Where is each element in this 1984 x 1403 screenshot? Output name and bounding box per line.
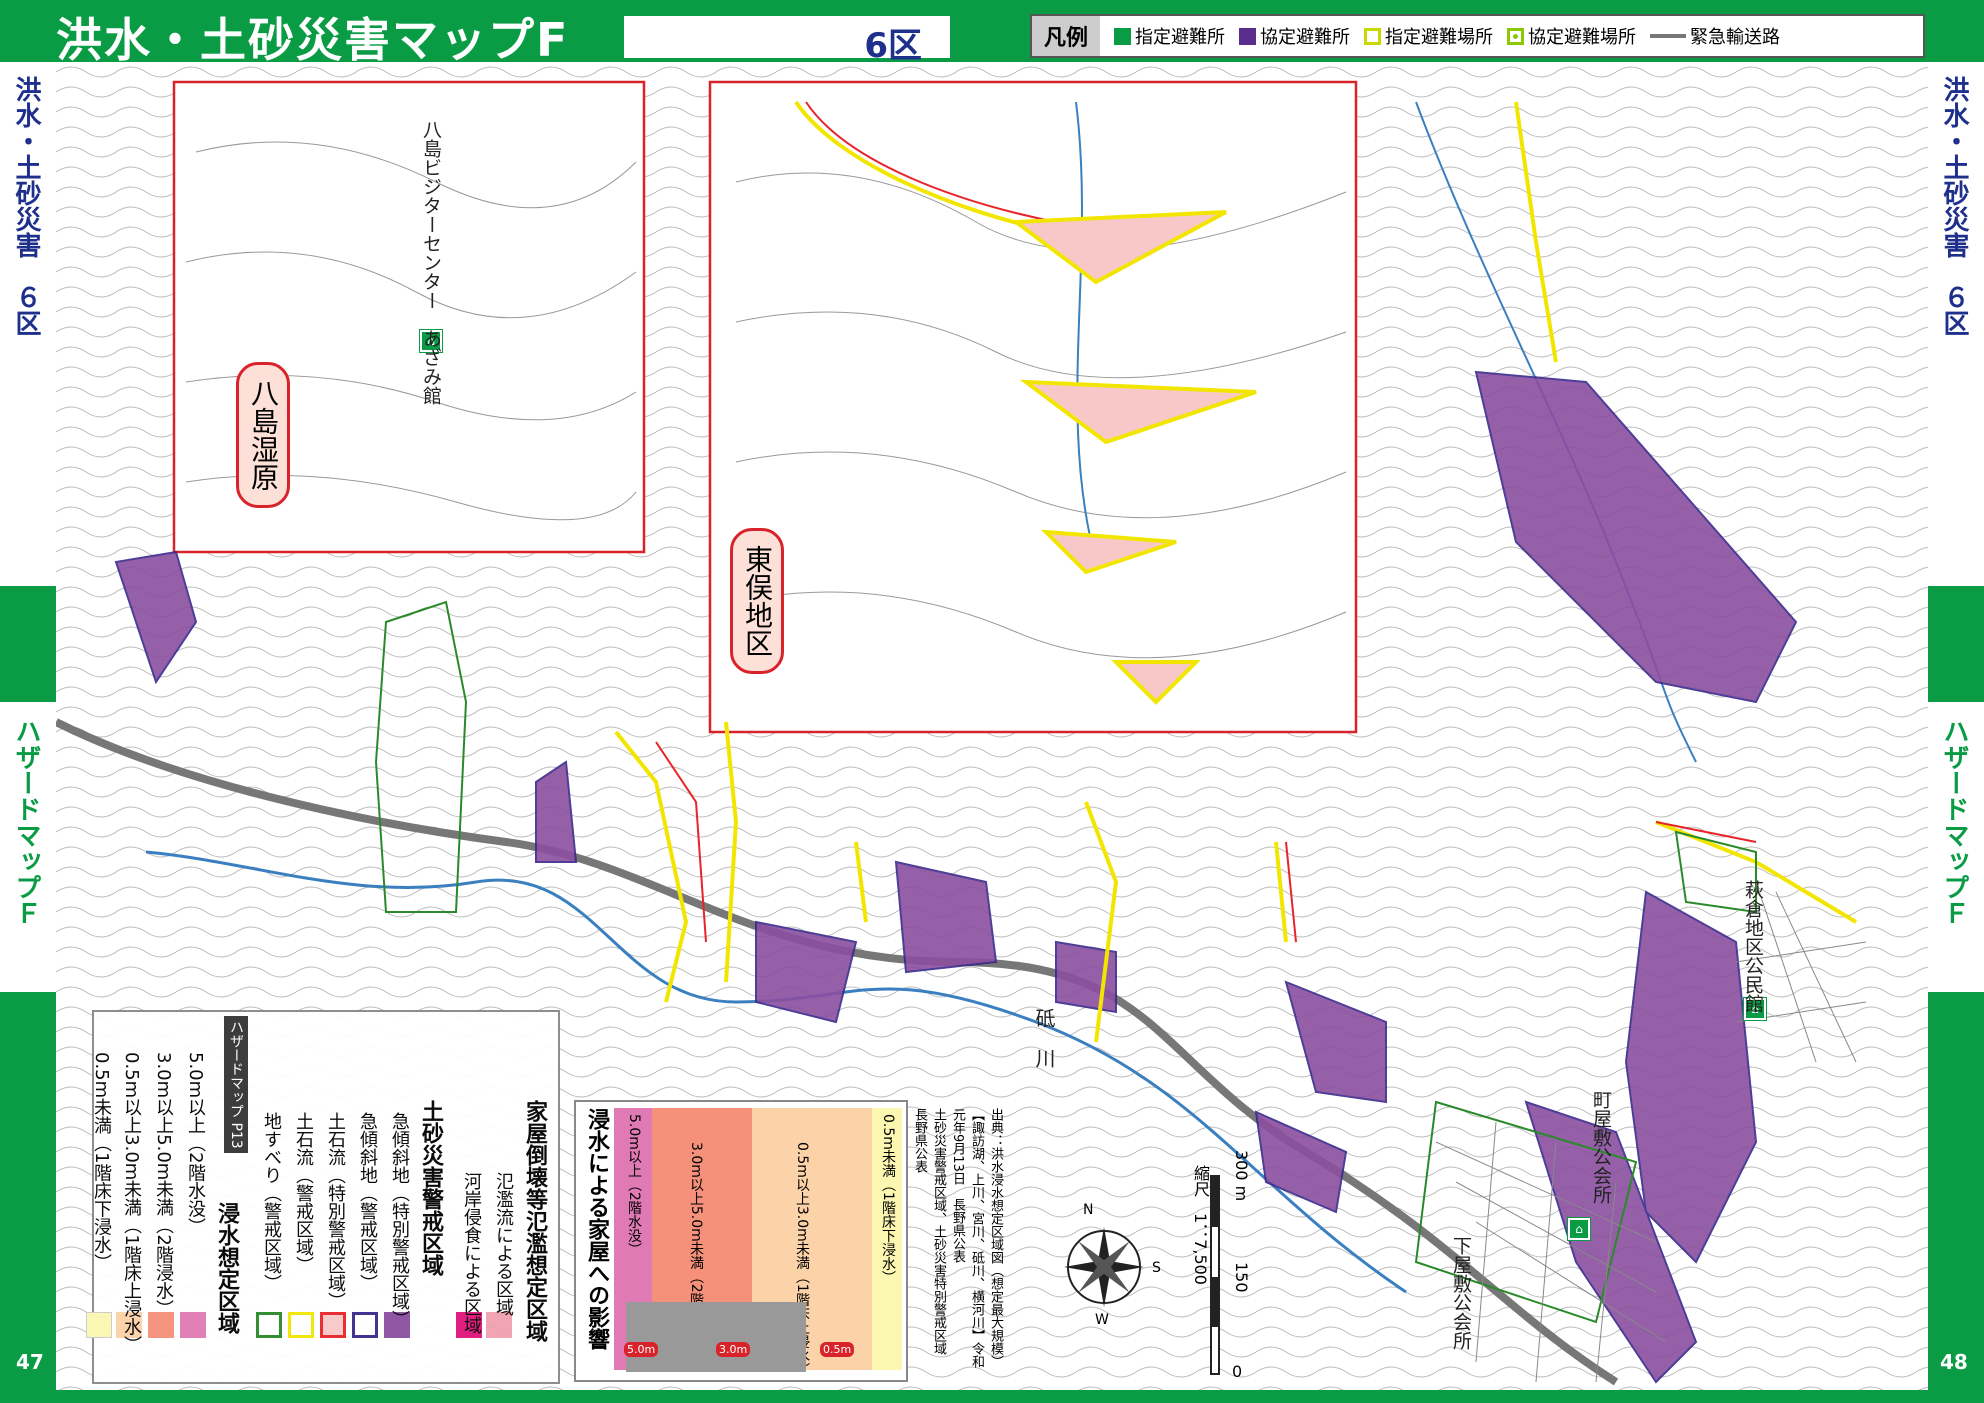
legend-left-panel: 家屋倒壊等氾濫想定区域 氾濫流による区域 河岸侵食による区域 土砂災害警戒区域 …	[86, 1010, 560, 1384]
line-icon	[1650, 34, 1687, 38]
legend-flood-flow: 氾濫流による区域	[493, 1172, 514, 1316]
legend-agreement-area: 協定避難場所	[1507, 23, 1636, 49]
house-icon	[1114, 27, 1132, 45]
legend-section-sediment: 土砂災害警戒区域	[418, 1100, 443, 1276]
legend-section-inundation: 浸水想定区域	[214, 1202, 239, 1334]
impact-band-5m-text: 5.0m以上（2階水没）	[626, 1114, 642, 1257]
page-number-right: 48	[1940, 1350, 1968, 1374]
legend-steep: 急傾斜地（警戒区域）	[357, 1112, 378, 1292]
legend-emergency-route: 緊急輸送路	[1650, 23, 1780, 49]
side-right-top-text: 洪水・土砂災害 ６区	[1939, 76, 1969, 336]
page-number-left: 47	[16, 1350, 44, 1374]
scale-bar: 縮尺 1：7,500	[1190, 1165, 1230, 1380]
swatch-landslide	[256, 1312, 282, 1338]
legend-designated-area: 指定避難場所	[1364, 23, 1493, 49]
ward-box: 6区	[622, 14, 952, 66]
legend-debris-special: 土石流（特別警戒区域）	[325, 1112, 346, 1310]
compass-n: N	[1083, 1202, 1094, 1218]
legend-landslide: 地すべり（警戒区域）	[261, 1112, 282, 1292]
legend-designated-shelter: 指定避難所	[1114, 23, 1225, 49]
impact-title: 浸水による家屋への影響	[584, 1108, 609, 1350]
house-illustration	[626, 1302, 806, 1372]
legend-erosion: 河岸侵食による区域	[461, 1172, 482, 1334]
scale-tick-300: 300 m	[1232, 1150, 1251, 1202]
place-machiyashiki: 町屋敷公会所	[1590, 1090, 1612, 1204]
hazard-map-ref[interactable]: ハザードマップ P13	[224, 1016, 248, 1153]
side-bar-right: 洪水・土砂災害 ６区 ハザードマップＦ 48	[1928, 62, 1984, 1403]
compass-w: W	[1095, 1312, 1109, 1328]
swatch-steep	[352, 1312, 378, 1338]
marker-3m: 3.0m	[716, 1342, 751, 1357]
legend-debris: 土石流（警戒区域）	[293, 1112, 314, 1274]
square-dot-icon	[1507, 27, 1525, 45]
place-shimoyashiki: 下屋敷公会所	[1450, 1236, 1472, 1350]
marker-5m: 5.0m	[624, 1342, 659, 1357]
legend-depth-5m: 5.0m以上（2階水没）	[185, 1052, 206, 1236]
compass-s: S	[1152, 1260, 1161, 1276]
inset-label-yashima: 八島湿原	[236, 362, 290, 508]
header-bar: 洪水・土砂災害マップF 6区 凡例 指定避難所 協定避難所 指定避難場所 協定避…	[0, 0, 1984, 67]
inundation-impact-panel: 浸水による家屋への影響 5.0m以上（2階水没） 3.0m以上5.0m未満（2階…	[574, 1100, 908, 1382]
page-title: 洪水・土砂災害マップF	[56, 13, 570, 67]
legend-top-label: 凡例	[1032, 16, 1101, 56]
square-icon	[1364, 27, 1382, 45]
inset-label-higashimata: 東俣地区	[730, 528, 784, 674]
marker-05m: 0.5m	[820, 1342, 855, 1357]
legend-section-flood: 家屋倒壊等氾濫想定区域	[522, 1100, 547, 1342]
scale-label: 縮尺 1：7,500	[1191, 1165, 1210, 1285]
ward-label: 6区	[864, 26, 922, 66]
legend-steep-special: 急傾斜地（特別警戒区域）	[389, 1112, 410, 1328]
legend-top: 凡例 指定避難所 協定避難所 指定避難場所 協定避難場所 緊急輸送路	[1030, 14, 1925, 58]
bottom-bar	[56, 1390, 1928, 1403]
swatch-debris-special	[320, 1312, 346, 1338]
inset-frame-higashimata	[708, 80, 1358, 734]
source-note: 出典：洪水浸水想定区域図（想定最大規模） 【諏訪湖、上川、宮川、砥川、横河川】令…	[912, 1108, 1003, 1368]
river-label: 砥 川	[1032, 1008, 1056, 1068]
legend-depth-under05m: 0.5m未満（1階床下浸水）	[91, 1052, 112, 1272]
place-ogura-hall: 萩倉地区公民館	[1742, 880, 1764, 1013]
legend-depth-3m: 3.0m以上5.0m未満（2階浸水）	[153, 1052, 174, 1318]
legend-depth-05m: 0.5m以上3.0m未満（1階床上浸水）	[121, 1052, 142, 1354]
impact-band-under05m-text: 0.5m未満（1階床下浸水）	[880, 1114, 896, 1285]
shelter-machiyashiki-icon[interactable]: ⌂	[1567, 1217, 1591, 1241]
side-left-top-text: 洪水・土砂災害 ６区	[11, 76, 41, 336]
swatch-depth-5m	[180, 1312, 206, 1338]
side-bar-left: 洪水・土砂災害 ６区 ハザードマップＦ 47	[0, 62, 56, 1403]
scale-tick-0: 0	[1232, 1362, 1243, 1381]
place-yashima-visitor-center: 八島ビジターセンター あざみ館	[420, 120, 442, 405]
scale-tick-150: 150	[1232, 1262, 1251, 1293]
house-icon	[1239, 27, 1257, 45]
side-left-mid-text: ハザードマップＦ	[11, 718, 41, 926]
swatch-debris	[288, 1312, 314, 1338]
swatch-depth-under05m	[86, 1312, 112, 1338]
side-right-mid-text: ハザードマップＦ	[1939, 718, 1969, 926]
legend-agreement-shelter: 協定避難所	[1239, 23, 1350, 49]
